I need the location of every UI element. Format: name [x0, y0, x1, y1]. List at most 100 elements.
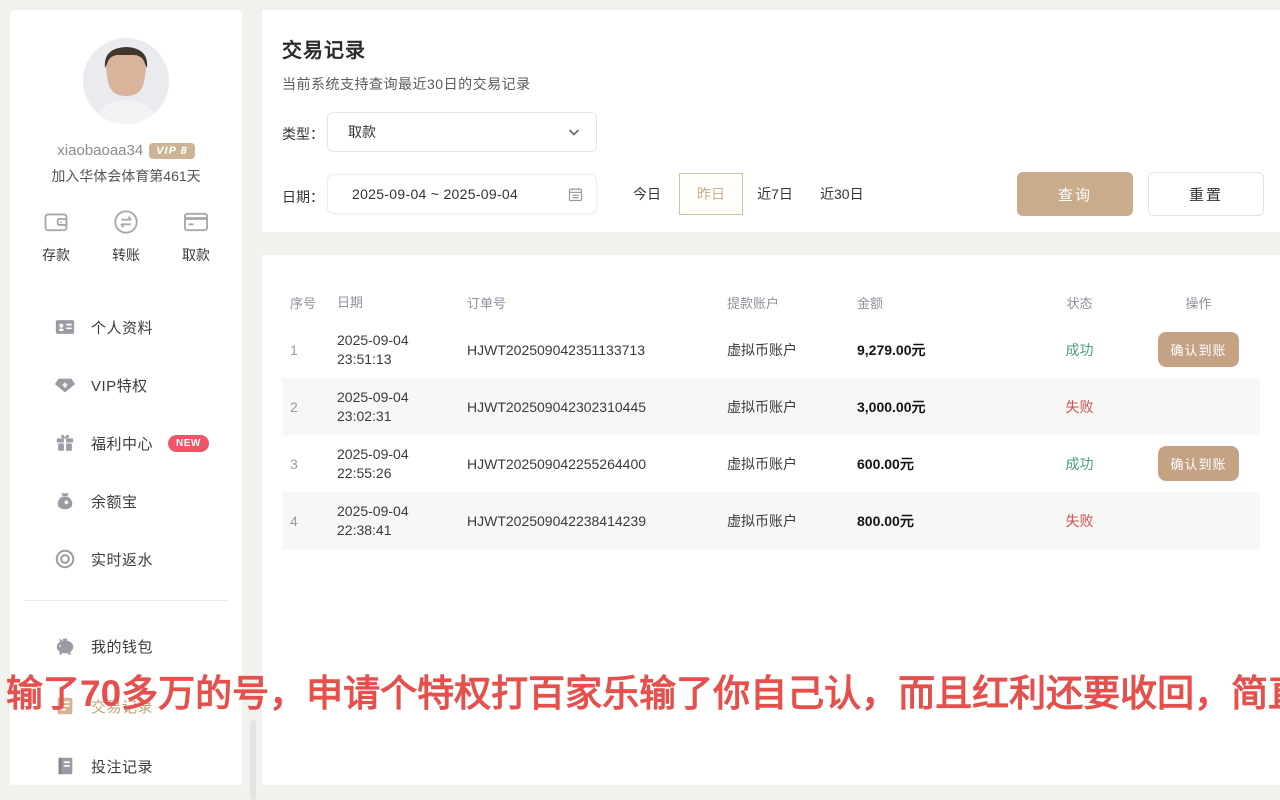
gem-icon: [54, 374, 76, 396]
col-header-action: 操作: [1137, 293, 1260, 312]
page-title: 交易记录: [282, 34, 366, 63]
table-row: 3 2025-09-04 22:55:26 HJWT20250904225526…: [282, 435, 1260, 492]
avatar-photo-placeholder: [83, 38, 169, 124]
date-presets: 今日 昨日 近7日 近30日: [615, 173, 877, 215]
sidebar-item-yuebao[interactable]: 余额宝: [10, 472, 242, 530]
cell-date-day: 2025-09-04: [337, 445, 467, 464]
col-header-date: 日期: [337, 293, 467, 312]
type-select-value: 取款: [348, 122, 566, 142]
transfer-label: 转账: [112, 245, 140, 265]
cell-amount: 800.00元: [857, 511, 1022, 531]
cell-account: 虚拟币账户: [727, 454, 857, 474]
withdraw-label: 取款: [182, 245, 210, 265]
cell-account: 虚拟币账户: [727, 397, 857, 417]
sidebar-item-profile-label: 个人资料: [91, 317, 153, 338]
status-badge: 成功: [1022, 454, 1137, 474]
table-header-row: 序号 日期 订单号 提款账户 金额 状态 操作: [282, 283, 1260, 321]
annotation-overlay-text: 输了70多万的号，申请个特权打百家乐输了你自己认，而且红利还要收回，简直搞笑: [6, 663, 1280, 717]
bank-card-icon: [182, 208, 210, 236]
sidebar-item-vip[interactable]: VIP特权: [10, 356, 242, 414]
withdraw-button[interactable]: 取款: [182, 208, 210, 265]
cell-no: 2: [282, 399, 337, 415]
cell-order: HJWT202509042255264400: [467, 456, 727, 472]
cell-date: 2025-09-04 22:38:41: [337, 502, 467, 540]
deposit-label: 存款: [42, 245, 70, 265]
cell-no: 4: [282, 513, 337, 529]
chevron-down-icon: [566, 124, 582, 140]
sidebar-item-wallet-label: 我的钱包: [91, 636, 153, 657]
cell-date-time: 23:02:31: [337, 407, 467, 426]
col-header-no: 序号: [282, 293, 337, 312]
cell-date: 2025-09-04 23:02:31: [337, 388, 467, 426]
sidebar-divider: [24, 600, 228, 601]
confirm-received-button[interactable]: 确认到账: [1158, 332, 1238, 367]
bet-record-icon: [54, 755, 76, 777]
preset-7days-button[interactable]: 近7日: [743, 173, 807, 215]
preset-today-button[interactable]: 今日: [615, 173, 679, 215]
cell-date-time: 22:38:41: [337, 521, 467, 540]
preset-yesterday-button[interactable]: 昨日: [679, 173, 743, 215]
sidebar-menu-top: 个人资料 VIP特权 福利中心 NEW: [10, 298, 242, 588]
cell-order: HJWT202509042351133713: [467, 342, 727, 358]
vip-badge: VIP 8: [149, 143, 195, 159]
date-range-value: 2025-09-04 ~ 2025-09-04: [352, 186, 567, 202]
deposit-button[interactable]: 存款: [42, 208, 70, 265]
status-badge: 成功: [1022, 340, 1137, 360]
sidebar-item-bets[interactable]: 投注记录: [10, 736, 242, 796]
scrollbar-thumb[interactable]: [250, 720, 256, 800]
transfer-icon: [112, 208, 140, 236]
query-button[interactable]: 查询: [1017, 172, 1133, 216]
status-badge: 失败: [1022, 397, 1137, 417]
preset-30days-button[interactable]: 近30日: [807, 173, 877, 215]
cell-amount: 600.00元: [857, 454, 1022, 474]
transfer-button[interactable]: 转账: [112, 208, 140, 265]
avatar[interactable]: [83, 38, 169, 124]
cell-order: HJWT202509042302310445: [467, 399, 727, 415]
cell-action: 确认到账: [1137, 332, 1260, 367]
cell-date-day: 2025-09-04: [337, 331, 467, 350]
status-badge: 失败: [1022, 511, 1137, 531]
records-table: 序号 日期 订单号 提款账户 金额 状态 操作 1 2025-09-04 23:…: [282, 283, 1260, 549]
type-label: 类型：: [282, 124, 324, 144]
sidebar-item-rebate[interactable]: 实时返水: [10, 530, 242, 588]
page-subtitle: 当前系统支持查询最近30日的交易记录: [282, 74, 531, 94]
col-header-order: 订单号: [467, 293, 727, 312]
table-row: 1 2025-09-04 23:51:13 HJWT20250904235113…: [282, 321, 1260, 378]
piggy-bank-icon: [54, 635, 76, 657]
table-row: 2 2025-09-04 23:02:31 HJWT20250904230231…: [282, 378, 1260, 435]
quick-actions: 存款 转账 取款: [10, 208, 242, 265]
date-range-input[interactable]: 2025-09-04 ~ 2025-09-04: [327, 174, 597, 214]
sidebar-item-rebate-label: 实时返水: [91, 549, 153, 570]
rebate-icon: [54, 548, 76, 570]
join-days-text: 加入华体会体育第461天: [10, 166, 242, 186]
sidebar-item-welfare-label: 福利中心: [91, 433, 153, 454]
sidebar-item-profile[interactable]: 个人资料: [10, 298, 242, 356]
sidebar-item-welfare[interactable]: 福利中心 NEW: [10, 414, 242, 472]
confirm-received-button[interactable]: 确认到账: [1158, 446, 1238, 481]
col-header-account: 提款账户: [727, 293, 857, 312]
money-pouch-icon: [54, 490, 76, 512]
cell-date-day: 2025-09-04: [337, 388, 467, 407]
calendar-icon: [567, 186, 584, 203]
reset-button[interactable]: 重置: [1148, 172, 1264, 216]
cell-account: 虚拟币账户: [727, 511, 857, 531]
wallet-icon: [42, 208, 70, 236]
filter-panel: 交易记录 当前系统支持查询最近30日的交易记录 类型： 取款 日期： 2025-…: [262, 10, 1280, 232]
cell-date: 2025-09-04 22:55:26: [337, 445, 467, 483]
cell-no: 1: [282, 342, 337, 358]
cell-date-time: 22:55:26: [337, 464, 467, 483]
type-select[interactable]: 取款: [327, 112, 597, 152]
cell-amount: 3,000.00元: [857, 397, 1022, 417]
sidebar-item-vip-label: VIP特权: [91, 375, 148, 396]
cell-order: HJWT202509042238414239: [467, 513, 727, 529]
sidebar-item-bets-label: 投注记录: [91, 756, 153, 777]
cell-no: 3: [282, 456, 337, 472]
table-row: 4 2025-09-04 22:38:41 HJWT20250904223841…: [282, 492, 1260, 549]
username: xiaobaoaa34: [57, 142, 143, 159]
sidebar-item-yuebao-label: 余额宝: [91, 491, 138, 512]
cell-date-time: 23:51:13: [337, 350, 467, 369]
new-badge: NEW: [168, 435, 209, 452]
col-header-amount: 金额: [857, 293, 1022, 312]
cell-date-day: 2025-09-04: [337, 502, 467, 521]
date-label: 日期：: [282, 187, 324, 207]
